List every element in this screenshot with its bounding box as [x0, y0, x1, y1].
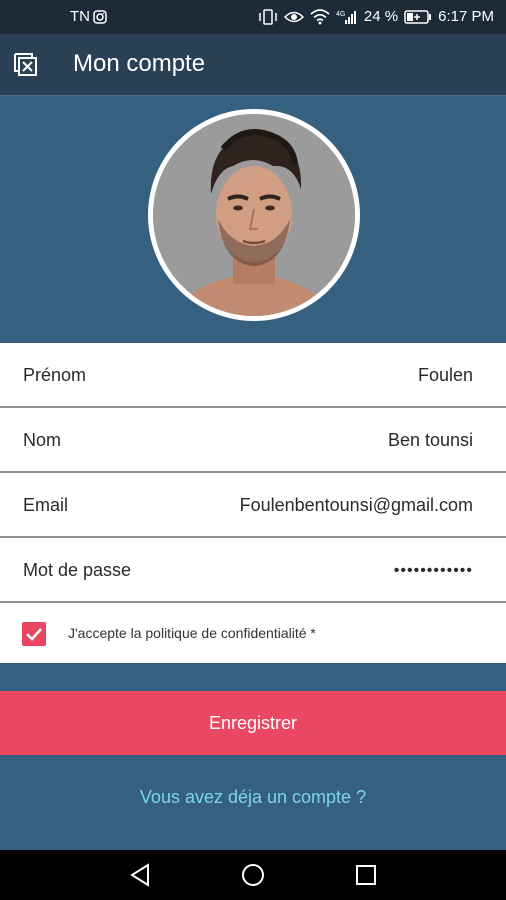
- vibrate-icon: [258, 8, 278, 25]
- avatar-frame[interactable]: [148, 109, 360, 321]
- instagram-icon: [93, 9, 107, 24]
- email-field[interactable]: Foulenbentounsi@gmail.com: [240, 495, 473, 516]
- battery-percent: 24 %: [363, 8, 399, 25]
- avatar[interactable]: [153, 114, 355, 316]
- status-right: 4G 24 % 6:17 PM: [258, 8, 494, 25]
- check-icon: [26, 628, 42, 641]
- battery-icon: [404, 9, 432, 24]
- password-row[interactable]: Mot de passe ••••••••••••: [0, 538, 506, 603]
- status-left: TN: [70, 8, 107, 25]
- back-triangle-icon[interactable]: [128, 862, 154, 888]
- eye-icon: [283, 10, 304, 24]
- privacy-checkbox[interactable]: [22, 622, 46, 646]
- svg-text:4G: 4G: [336, 11, 345, 18]
- clock: 6:17 PM: [438, 8, 494, 25]
- privacy-consent-label: J'accepte la politique de confidentialit…: [68, 625, 316, 641]
- last-name-row[interactable]: Nom Ben tounsi: [0, 408, 506, 473]
- last-name-label: Nom: [23, 430, 62, 450]
- login-link[interactable]: Vous avez déja un compte ?: [0, 787, 506, 808]
- email-label: Email: [23, 495, 69, 515]
- signal-icon: 4G: [336, 9, 358, 25]
- carrier-label: TN: [70, 8, 90, 25]
- first-name-row[interactable]: Prénom Foulen: [0, 343, 506, 408]
- status-bar: TN 4G 24 % 6:17 PM: [0, 0, 506, 34]
- home-circle-icon[interactable]: [240, 862, 266, 888]
- recents-square-icon[interactable]: [353, 862, 379, 888]
- account-form: Prénom Foulen Nom Ben tounsi Email Foule…: [0, 343, 506, 663]
- system-nav-bar: [0, 850, 506, 900]
- profile-header: [0, 96, 506, 343]
- wifi-icon: [310, 8, 330, 25]
- first-name-field[interactable]: Foulen: [418, 365, 473, 386]
- email-row[interactable]: Email Foulenbentounsi@gmail.com: [0, 473, 506, 538]
- privacy-consent[interactable]: J'accepte la politique de confidentialit…: [0, 603, 506, 663]
- save-button[interactable]: Enregistrer: [0, 691, 506, 755]
- password-field[interactable]: ••••••••••••: [394, 562, 473, 580]
- close-box-icon[interactable]: [12, 51, 40, 79]
- first-name-label: Prénom: [23, 365, 87, 385]
- app-bar: Mon compte: [0, 34, 506, 96]
- page-title: Mon compte: [73, 50, 206, 77]
- password-label: Mot de passe: [23, 560, 132, 580]
- last-name-field[interactable]: Ben tounsi: [388, 430, 473, 451]
